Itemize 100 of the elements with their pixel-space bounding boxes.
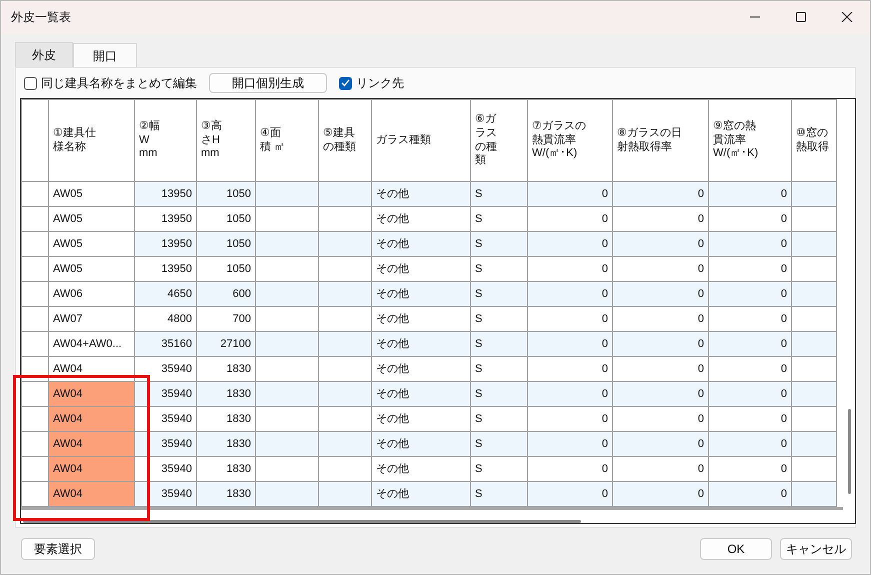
checkbox-label: 同じ建具名称をまとめて編集 xyxy=(41,75,197,92)
table-cell: その他 xyxy=(372,432,470,456)
table-cell: S xyxy=(470,282,528,306)
column-header[interactable]: ①建具仕様名称 xyxy=(53,126,100,154)
table-cell: 13950 xyxy=(134,182,196,206)
table-cell: 0 xyxy=(708,432,792,456)
table-cell: 0 xyxy=(612,182,708,206)
table-cell: その他 xyxy=(372,182,470,206)
table-cell: S xyxy=(470,432,528,456)
close-icon[interactable] xyxy=(841,12,853,22)
maximize-icon[interactable] xyxy=(795,12,807,22)
generate-button[interactable]: 開口個別生成 xyxy=(209,73,327,93)
cancel-button[interactable]: キャンセル xyxy=(780,538,852,560)
table-cell: 0 xyxy=(708,182,792,206)
row-header[interactable] xyxy=(22,306,48,332)
column-header[interactable]: ④面積 ㎡ xyxy=(260,126,288,154)
table-cell: 1830 xyxy=(196,432,256,456)
table-cell: S xyxy=(470,232,528,256)
table-cell: 0 xyxy=(708,282,792,306)
table-cell: 35940 xyxy=(134,382,196,406)
table-cell: AW04 xyxy=(48,432,134,456)
table-cell xyxy=(318,332,372,356)
window-title: 外皮一覧表 xyxy=(11,9,72,26)
table-cell: 1050 xyxy=(196,232,256,256)
table-cell: 0 xyxy=(528,332,612,356)
table-cell: 0 xyxy=(528,482,612,506)
table-cell: 35940 xyxy=(134,432,196,456)
table-cell: AW05 xyxy=(48,256,134,282)
table-cell: その他 xyxy=(372,332,470,356)
table-cell: 1830 xyxy=(196,382,256,406)
table-cell xyxy=(318,382,372,406)
scrollbar-thumb[interactable] xyxy=(23,520,581,523)
table-cell: 0 xyxy=(612,332,708,356)
table-cell xyxy=(792,282,836,306)
table-cell: AW04 xyxy=(48,482,134,506)
table-cell xyxy=(318,432,372,456)
table-cell: AW04 xyxy=(48,406,134,432)
table-cell: 4650 xyxy=(134,282,196,306)
table-cell xyxy=(792,432,836,456)
table-cell xyxy=(318,232,372,256)
table-cell: 27100 xyxy=(196,332,256,356)
table-cell: 1050 xyxy=(196,182,256,206)
table-cell: 0 xyxy=(708,482,792,506)
table-cell: AW05 xyxy=(48,206,134,232)
table-cell: AW06 xyxy=(48,282,134,306)
table-cell: AW04 xyxy=(48,456,134,482)
table-cell: AW04 xyxy=(48,382,134,406)
row-header[interactable] xyxy=(22,182,48,206)
table-cell: 35160 xyxy=(134,332,196,356)
table-cell xyxy=(256,232,318,256)
table-cell: 0 xyxy=(612,482,708,506)
table-cell: S xyxy=(470,332,528,356)
table-cell: 0 xyxy=(708,232,792,256)
table-cell: 0 xyxy=(528,182,612,206)
scrollbar-thumb[interactable] xyxy=(848,409,851,494)
column-header[interactable]: ガラス種類 xyxy=(376,134,442,148)
table-cell: 1830 xyxy=(196,482,256,506)
table-cell: S xyxy=(470,182,528,206)
table-cell: 0 xyxy=(708,382,792,406)
checkbox[interactable] xyxy=(339,76,352,90)
table-cell xyxy=(792,232,836,256)
checkbox[interactable] xyxy=(24,76,37,90)
table-cell: AW04+AW0... xyxy=(48,332,134,356)
table-cell: 0 xyxy=(612,432,708,456)
table-cell: その他 xyxy=(372,482,470,506)
table-cell: S xyxy=(470,382,528,406)
table-cell: その他 xyxy=(372,232,470,256)
checkbox-label: リンク先 xyxy=(356,75,404,92)
table-cell: 13950 xyxy=(134,232,196,256)
table-cell: 0 xyxy=(528,432,612,456)
table-cell: 0 xyxy=(612,232,708,256)
table-cell: 0 xyxy=(528,382,612,406)
row-header[interactable] xyxy=(22,282,48,306)
tab[interactable]: 開口 xyxy=(73,43,137,67)
table-cell xyxy=(792,332,836,356)
row-header[interactable] xyxy=(22,356,48,382)
table-cell: その他 xyxy=(372,382,470,406)
table-cell xyxy=(256,282,318,306)
row-header[interactable] xyxy=(22,256,48,282)
table-cell: AW05 xyxy=(48,232,134,256)
ok-button[interactable]: OK xyxy=(700,538,772,560)
table-cell: 0 xyxy=(612,282,708,306)
table-cell: 0 xyxy=(708,332,792,356)
tab[interactable]: 外皮 xyxy=(15,42,73,67)
table-cell: S xyxy=(470,482,528,506)
table-cell xyxy=(792,382,836,406)
row-header[interactable] xyxy=(22,332,48,356)
select-elements-button[interactable]: 要素選択 xyxy=(21,538,95,560)
table-cell xyxy=(256,382,318,406)
table-cell: 0 xyxy=(528,282,612,306)
table-cell xyxy=(256,432,318,456)
table-cell: 35940 xyxy=(134,482,196,506)
table-cell xyxy=(256,332,318,356)
table-cell: AW05 xyxy=(48,182,134,206)
table-cell: 0 xyxy=(528,232,612,256)
row-header[interactable] xyxy=(22,206,48,232)
table-cell: AW07 xyxy=(48,306,134,332)
table-cell: 0 xyxy=(612,382,708,406)
row-header[interactable] xyxy=(22,232,48,256)
table-cell: その他 xyxy=(372,282,470,306)
